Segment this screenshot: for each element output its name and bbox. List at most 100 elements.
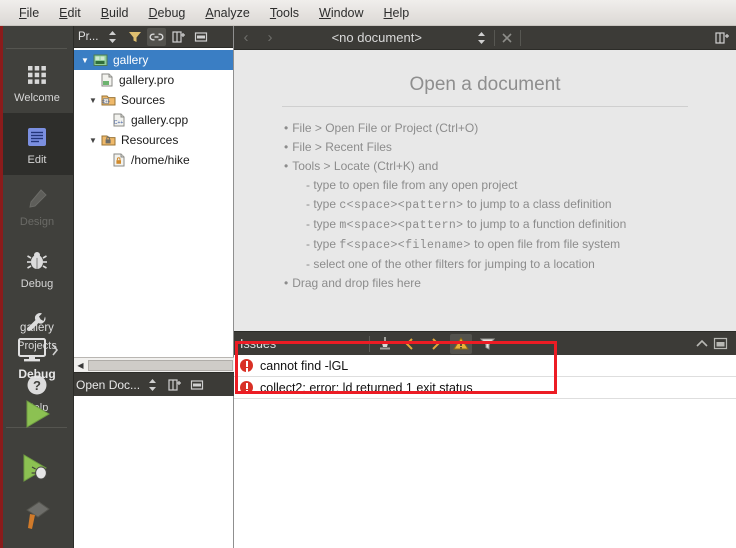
open-documents-list[interactable] [74, 396, 234, 548]
project-view-selector[interactable]: Pr... [76, 31, 100, 43]
chevron-right-icon[interactable]: › [258, 29, 282, 46]
hint-line: • Tools > Locate (Ctrl+K) and [284, 157, 736, 176]
kit-selector-area[interactable]: gallery Debug [0, 318, 74, 535]
hammer-icon [19, 500, 55, 530]
dock-icon[interactable] [187, 376, 206, 394]
split-icon[interactable] [713, 29, 732, 47]
chevron-down-icon[interactable]: ▼ [86, 136, 100, 145]
editor-document-title[interactable]: <no document> [282, 30, 472, 45]
document-icon [23, 123, 51, 151]
menu-item-help[interactable]: Help [375, 3, 419, 23]
prev-issue-icon[interactable] [400, 335, 419, 353]
menu-item-build[interactable]: Build [92, 3, 138, 23]
split-icon[interactable] [169, 28, 188, 46]
issues-list[interactable]: cannot find -lGL collect2: error: ld ret… [234, 355, 736, 548]
issue-message: cannot find -lGL [260, 358, 349, 373]
bug-icon [23, 247, 51, 275]
tree-label: Sources [121, 93, 166, 107]
open-document-hints: • File > Open File or Project (Ctrl+O) • F… [234, 119, 736, 293]
issue-row[interactable]: cannot find -lGL [234, 355, 736, 377]
project-tree[interactable]: ▼ gallery gallery.pro ▼ C++ Sources C++ … [74, 48, 233, 170]
hint-text-post: to jump to a class definition [463, 197, 612, 211]
tree-item-home-hike[interactable]: /home/hike [74, 150, 233, 170]
output-pane-title[interactable]: Issues [234, 337, 364, 351]
kit-project-name: gallery [20, 322, 54, 334]
dock-icon[interactable] [191, 28, 210, 46]
mode-label-debug: Debug [20, 277, 54, 290]
clear-icon[interactable] [375, 335, 394, 353]
menu-item-window[interactable]: Window [310, 3, 372, 23]
run-debug-button[interactable] [0, 441, 74, 495]
menu-item-tools[interactable]: Tools [261, 3, 308, 23]
hint-line: • File > Recent Files [284, 138, 736, 157]
tree-item-gallery[interactable]: ▼ gallery [74, 50, 233, 70]
bullet: • [284, 121, 289, 135]
hint-line: • Drag and drop files here [284, 274, 736, 293]
tree-label: /home/hike [131, 153, 190, 167]
open-documents-selector[interactable]: Open Doc... [76, 378, 140, 392]
chevron-down-icon[interactable]: ▼ [86, 96, 100, 105]
error-icon [240, 359, 253, 372]
desktop-icon [15, 336, 49, 364]
hint-text-pre: - type [306, 217, 340, 231]
error-icon [240, 381, 253, 394]
pencil-icon [23, 185, 51, 213]
menu-item-edit[interactable]: Edit [50, 3, 90, 23]
updown-arrows-icon[interactable] [103, 28, 122, 46]
tree-item-resources[interactable]: ▼ Resources [74, 130, 233, 150]
next-issue-icon[interactable] [425, 335, 444, 353]
mode-label-design: Design [19, 215, 55, 228]
tree-label: gallery.pro [119, 73, 175, 87]
mode-label-edit: Edit [27, 153, 47, 166]
hint-text: File > Recent Files [292, 140, 392, 154]
tree-item-gallery-cpp[interactable]: C++ gallery.cpp [74, 110, 233, 130]
hint-line: - type f<space><filename> to open file f… [284, 235, 736, 255]
updown-arrows-icon[interactable] [143, 376, 162, 394]
split-icon[interactable] [165, 376, 184, 394]
chevron-left-icon[interactable]: ‹ [234, 29, 258, 46]
scroll-left-arrow-icon[interactable]: ◀ [74, 359, 87, 372]
chevron-down-icon[interactable]: ▼ [78, 56, 92, 65]
collapse-icon[interactable] [692, 335, 711, 353]
mode-label-welcome: Welcome [14, 91, 60, 104]
menu-item-debug[interactable]: Debug [140, 3, 195, 23]
resource-file-icon [110, 152, 127, 168]
scroll-thumb[interactable] [88, 359, 233, 371]
maximize-icon[interactable] [711, 335, 730, 353]
hint-text-pre: - type [306, 237, 340, 251]
hint-text: Drag and drop files here [292, 276, 421, 290]
bullet: • [284, 159, 289, 173]
issue-row[interactable]: collect2: error: ld returned 1 exit stat… [234, 377, 736, 399]
warning-filter-icon[interactable] [450, 333, 472, 354]
filter-funnel-icon[interactable] [478, 335, 497, 353]
editor-toolbar: ‹ › <no document> [234, 26, 736, 50]
kit-build-config: Debug [18, 367, 56, 381]
open-documents-toolbar: Open Doc... [74, 372, 234, 396]
menu-item-file[interactable]: File [10, 3, 48, 23]
kit-target-row[interactable] [0, 336, 74, 364]
updown-arrows-icon[interactable] [472, 29, 491, 47]
bullet: • [284, 276, 289, 290]
chevron-right-icon [51, 344, 59, 356]
hint-text-pre: - type [306, 197, 340, 211]
divider [519, 29, 521, 46]
issue-message: collect2: error: ld returned 1 exit stat… [260, 380, 473, 395]
run-button[interactable] [0, 387, 74, 441]
project-tree-panel: Pr... ▼ gallery gallery.pro ▼ C++ Source… [74, 26, 307, 383]
svg-text:C++: C++ [102, 99, 111, 104]
filter-icon[interactable] [125, 28, 144, 46]
project-tree-horizontal-scrollbar[interactable]: ◀ [74, 357, 234, 372]
tree-label: gallery [113, 53, 149, 67]
tree-item-sources[interactable]: ▼ C++ Sources [74, 90, 233, 110]
link-icon[interactable] [147, 27, 167, 46]
mode-button-edit[interactable]: Edit [0, 113, 74, 175]
close-icon[interactable] [498, 29, 517, 47]
mode-button-debug[interactable]: Debug [0, 237, 74, 299]
menu-item-analyze[interactable]: Analyze [196, 3, 258, 23]
mode-button-welcome[interactable]: Welcome [0, 51, 74, 113]
project-panel-toolbar: Pr... [74, 26, 233, 48]
tree-item-gallery-pro[interactable]: gallery.pro [74, 70, 233, 90]
project-icon [92, 52, 109, 68]
build-button[interactable] [0, 495, 74, 535]
mode-button-design: Design [0, 175, 74, 237]
